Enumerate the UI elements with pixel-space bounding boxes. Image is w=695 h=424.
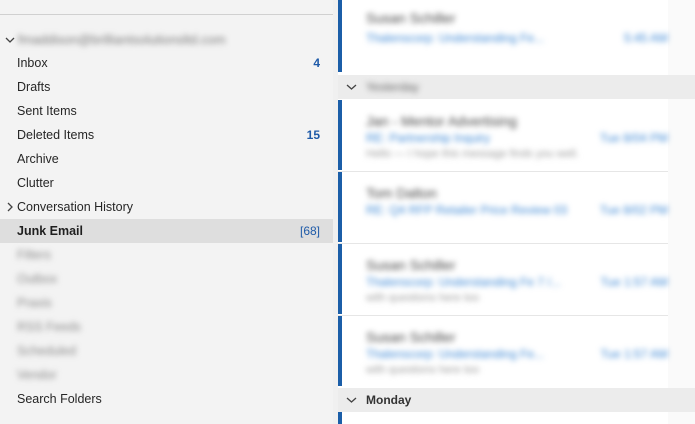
folder-search-folders[interactable]: Search Folders: [0, 387, 333, 411]
folder-label: Sent Items: [17, 104, 77, 118]
folder-item[interactable]: Filters: [0, 243, 333, 267]
chevron-down-icon[interactable]: [346, 82, 357, 92]
message-item[interactable]: Susan Schiller Thalenscorp: Understandin…: [338, 0, 668, 72]
unread-bar: [338, 0, 342, 72]
folder-label: Clutter: [17, 176, 54, 190]
group-label: Yesterday: [366, 80, 419, 94]
folder-junk-email[interactable]: Junk Email [68]: [0, 219, 333, 243]
message-item[interactable]: Susan Schiller Thalenscorp: Understandin…: [338, 244, 668, 314]
account-header[interactable]: fmaddison@brilliantsolutionsltd.com: [0, 30, 333, 50]
message-subject: RE: Q4 RFP Retailer Price Review 03: [366, 203, 568, 217]
chevron-down-icon[interactable]: [4, 34, 16, 46]
unread-bar: [338, 412, 342, 424]
message-time: Tue 1:57 AM: [600, 275, 668, 289]
folder-label: Conversation History: [17, 200, 134, 214]
unread-bar: [338, 244, 342, 314]
folder-drafts[interactable]: Drafts: [0, 75, 333, 99]
chevron-down-icon[interactable]: [346, 395, 357, 405]
message-preview: with questions here too: [366, 292, 480, 304]
message-time: Tue 1:57 AM: [600, 347, 668, 361]
unread-count: 15: [306, 128, 320, 142]
folder-clutter[interactable]: Clutter: [0, 171, 333, 195]
message-item[interactable]: Susan Schiller Thalenscorp: Understandin…: [338, 316, 668, 386]
folder-pane: fmaddison@brilliantsolutionsltd.com Inbo…: [0, 0, 333, 424]
folder-deleted-items[interactable]: Deleted Items 15: [0, 123, 333, 147]
message-preview: Hello — I hope this message finds you we…: [366, 148, 579, 160]
group-label: Monday: [366, 393, 412, 407]
message-sender: Susan Schiller: [366, 257, 456, 273]
folder-label: RSS Feeds: [17, 320, 81, 334]
folder-label: Drafts: [17, 80, 51, 94]
folder-label: Vendor: [17, 368, 57, 382]
folder-item[interactable]: Praxis: [0, 291, 333, 315]
message-subject: Thalenscorp: Understanding Fe 7 /...: [366, 275, 561, 289]
folder-item[interactable]: Vendor: [0, 363, 333, 387]
message-item[interactable]: Tom Dalton RE: Q4 RFP Retailer Price Rev…: [338, 172, 668, 242]
message-time: Tue 8/04 PM: [599, 131, 668, 145]
group-header[interactable]: Yesterday: [338, 75, 695, 99]
folder-label: Inbox: [17, 56, 48, 70]
folder-label: Deleted Items: [17, 128, 95, 142]
folder-item[interactable]: Outbox: [0, 267, 333, 291]
message-subject: Thalenscorp: Understanding Fe...: [366, 31, 545, 45]
message-preview: with questions here too: [366, 364, 480, 376]
message-subject: Thalenscorp: Understanding Fe...: [366, 347, 545, 361]
folder-label: Praxis: [17, 296, 52, 310]
unread-bar: [338, 172, 342, 242]
group-header[interactable]: Monday: [338, 388, 695, 412]
folder-sent-items[interactable]: Sent Items: [0, 99, 333, 123]
account-name: fmaddison@brilliantsolutionsltd.com: [18, 32, 226, 47]
folder-archive[interactable]: Archive: [0, 147, 333, 171]
folder-label: Search Folders: [17, 392, 102, 406]
item-count: [68]: [299, 224, 320, 238]
folder-item[interactable]: Scheduled: [0, 339, 333, 363]
folder-item[interactable]: RSS Feeds: [0, 315, 333, 339]
folder-label: Archive: [17, 152, 59, 166]
folder-conversation-history[interactable]: Conversation History: [0, 195, 333, 219]
unread-count: 4: [313, 56, 320, 70]
unread-bar: [338, 100, 342, 170]
message-item[interactable]: Jan - Mentor Advertising RE: Partnership…: [338, 100, 668, 170]
unread-bar: [338, 316, 342, 386]
message-sender: Tom Dalton: [366, 185, 437, 201]
message-sender: Susan Schiller: [366, 10, 456, 26]
message-time: 5:45 AM: [623, 31, 668, 45]
message-list: Susan Schiller Thalenscorp: Understandin…: [333, 0, 695, 424]
folder-label: Filters: [17, 248, 52, 262]
folder-label: Junk Email: [17, 224, 83, 238]
message-subject: RE: Partnership Inquiry: [366, 131, 491, 145]
list-edge: [668, 0, 695, 424]
folder-inbox[interactable]: Inbox 4: [0, 51, 333, 75]
message-item[interactable]: [338, 412, 668, 424]
message-time: Tue 8/02 PM: [599, 203, 668, 217]
folder-label: Outbox: [17, 272, 58, 286]
divider: [0, 14, 333, 15]
message-sender: Susan Schiller: [366, 329, 456, 345]
message-sender: Jan - Mentor Advertising: [366, 113, 517, 129]
chevron-right-icon[interactable]: [5, 201, 15, 213]
folder-label: Scheduled: [17, 344, 77, 358]
